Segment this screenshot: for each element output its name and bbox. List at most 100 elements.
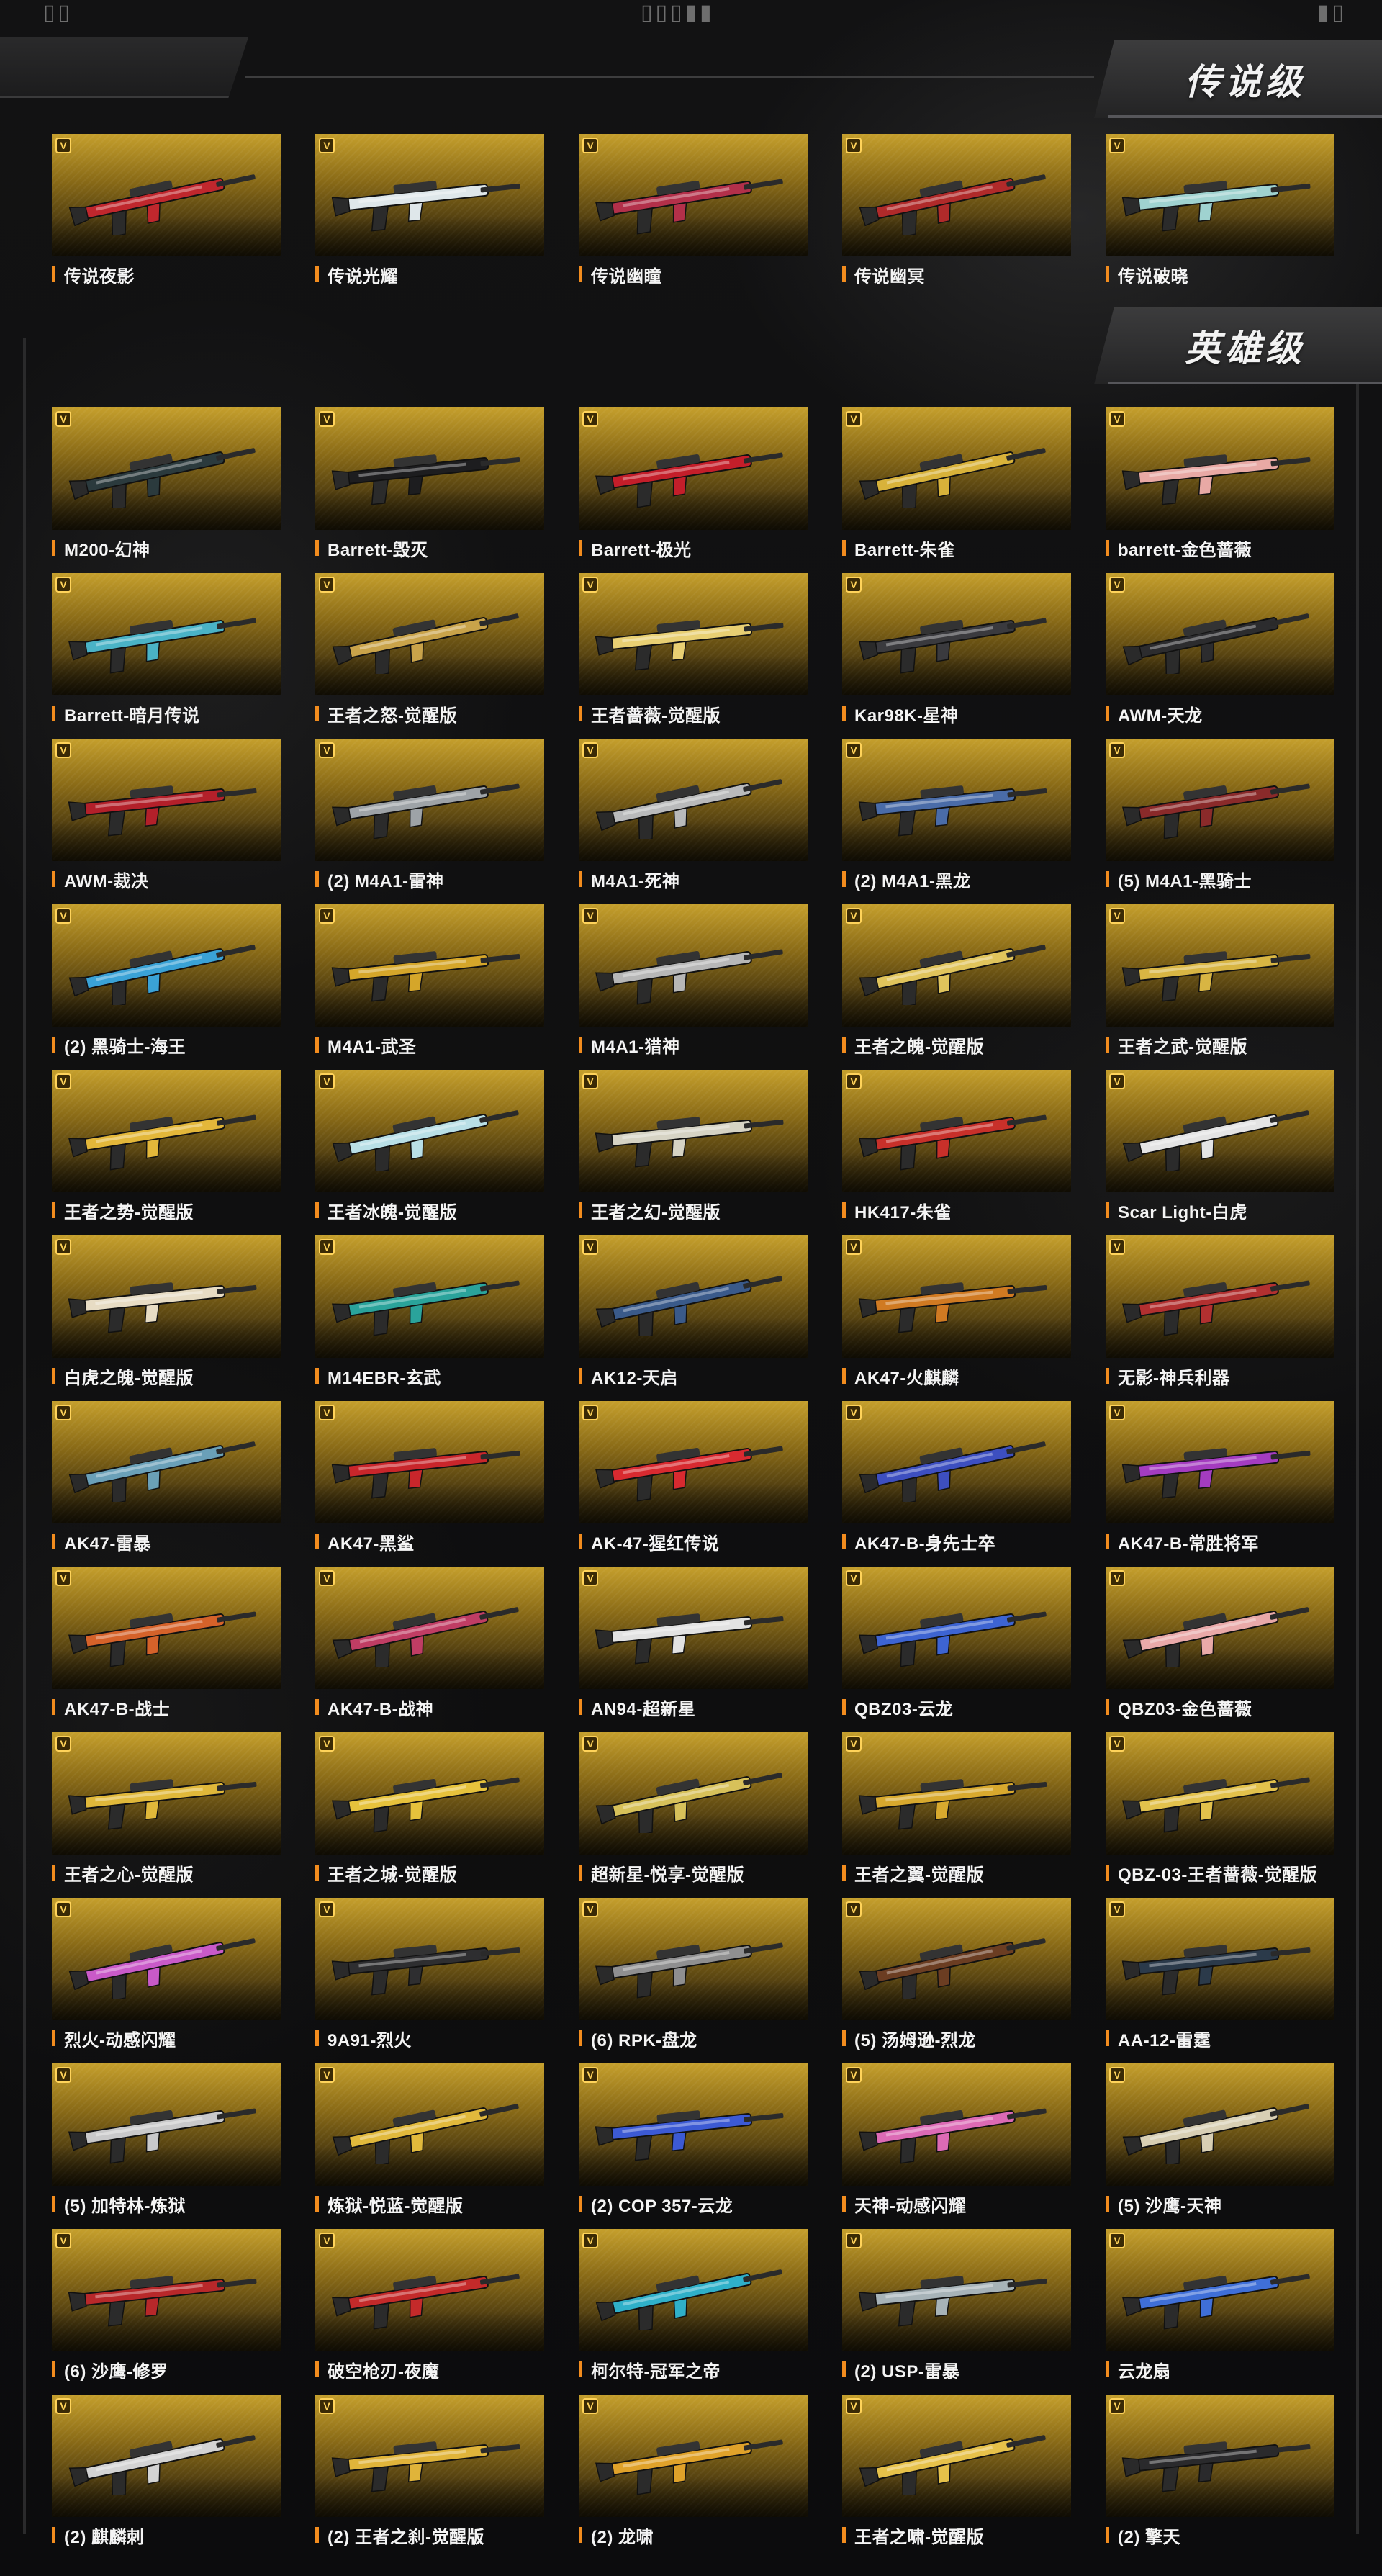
weapon-card[interactable]: V 传说幽瞳 <box>579 134 808 300</box>
weapon-card[interactable]: V M4A1-死神 <box>579 739 808 904</box>
weapon-card[interactable]: V (2) M4A1-雷神 <box>315 739 544 904</box>
weapon-card[interactable]: V 王者之怒-觉醒版 <box>315 573 544 739</box>
weapon-icon <box>1122 1607 1309 1667</box>
weapon-card[interactable]: V (2) USP-雷暴 <box>842 2229 1071 2395</box>
weapon-card[interactable]: V 传说破晓 <box>1106 134 1334 300</box>
weapon-card[interactable]: V 王者之势-觉醒版 <box>52 1070 281 1235</box>
vip-badge-icon: V <box>1109 1073 1125 1089</box>
weapon-card[interactable]: V AK12-天启 <box>579 1235 808 1401</box>
weapon-card[interactable]: V AK47-雷暴 <box>52 1401 281 1567</box>
weapon-card[interactable]: V (5) 沙鹰-天神 <box>1106 2063 1334 2229</box>
weapon-card[interactable]: V QBZ03-金色蔷薇 <box>1106 1567 1334 1732</box>
weapon-card[interactable]: V (2) 王者之刹-觉醒版 <box>315 2395 544 2560</box>
weapon-thumbnail: V <box>315 2395 544 2517</box>
weapon-card[interactable]: V 王者蔷薇-觉醒版 <box>579 573 808 739</box>
weapon-name: Barrett-朱雀 <box>842 536 1080 560</box>
weapon-card[interactable]: V (2) 黑骑士-海王 <box>52 904 281 1070</box>
weapon-card[interactable]: V 无影-神兵利器 <box>1106 1235 1334 1401</box>
weapon-card[interactable]: Vbarrett-金色蔷薇 <box>1106 407 1334 573</box>
weapon-card[interactable]: V AWM-天龙 <box>1106 573 1334 739</box>
weapon-card[interactable]: V QBZ03-云龙 <box>842 1567 1071 1732</box>
weapon-card[interactable]: V (5) 汤姆逊-烈龙 <box>842 1898 1071 2063</box>
weapon-card[interactable]: V (2) 龙啸 <box>579 2395 808 2560</box>
weapon-card[interactable]: V AWM-裁决 <box>52 739 281 904</box>
weapon-icon <box>331 783 520 839</box>
weapon-card[interactable]: V HK417-朱雀 <box>842 1070 1071 1235</box>
weapon-card[interactable]: V 白虎之魄-觉醒版 <box>52 1235 281 1401</box>
weapon-card[interactable]: V (6) 沙鹰-修罗 <box>52 2229 281 2395</box>
vip-badge-icon: V <box>582 1239 598 1255</box>
weapon-card[interactable]: V Kar98K-星神 <box>842 573 1071 739</box>
weapon-card[interactable]: V Barrett-朱雀 <box>842 407 1071 573</box>
weapon-icon <box>1121 783 1310 839</box>
weapon-card[interactable]: V 王者之翼-觉醒版 <box>842 1732 1071 1898</box>
weapon-card[interactable]: V 柯尔特-冠军之帝 <box>579 2229 808 2395</box>
weapon-icon <box>1121 1777 1310 1833</box>
weapon-card[interactable]: V 超新星-悦享-觉醒版 <box>579 1732 808 1898</box>
weapon-card[interactable]: V 王者之幻-觉醒版 <box>579 1070 808 1235</box>
weapon-card[interactable]: V (5) M4A1-黑骑士 <box>1106 739 1334 904</box>
weapon-card[interactable]: V M200-幻神 <box>52 407 281 573</box>
vip-badge-icon: V <box>55 908 71 924</box>
weapon-card[interactable]: V 王者冰魄-觉醒版 <box>315 1070 544 1235</box>
weapon-name: AK47-雷暴 <box>52 1529 289 1554</box>
weapon-icon <box>1121 454 1311 505</box>
weapon-card[interactable]: V 破空枪刃-夜魔 <box>315 2229 544 2395</box>
weapon-card[interactable]: V 王者之啸-觉醒版 <box>842 2395 1071 2560</box>
weapon-name: Kar98K-星神 <box>842 701 1080 726</box>
weapon-card[interactable]: V AK47-B-战士 <box>52 1567 281 1732</box>
weapon-card[interactable]: V (2) M4A1-黑龙 <box>842 739 1071 904</box>
weapon-icon <box>595 1773 782 1833</box>
weapon-card[interactable]: V M4A1-武圣 <box>315 904 544 1070</box>
weapon-card[interactable]: V AK47-B-身先士卒 <box>842 1401 1071 1567</box>
weapon-card[interactable]: V M4A1-猎神 <box>579 904 808 1070</box>
weapon-name: M4A1-猎神 <box>579 1032 816 1057</box>
weapon-thumbnail: V <box>842 1235 1071 1358</box>
weapon-card[interactable]: V 王者之武-觉醒版 <box>1106 904 1334 1070</box>
weapon-card[interactable]: V 9A91-烈火 <box>315 1898 544 2063</box>
weapon-card[interactable]: V AA-12-雷霆 <box>1106 1898 1334 2063</box>
weapon-card[interactable]: V (5) 加特林-炼狱 <box>52 2063 281 2229</box>
weapon-icon <box>331 1448 520 1499</box>
weapon-card[interactable]: V 王者之魄-觉醒版 <box>842 904 1071 1070</box>
weapon-icon <box>332 2104 519 2164</box>
weapon-card[interactable]: V 王者之城-觉醒版 <box>315 1732 544 1898</box>
weapon-card[interactable]: V 炼狱-悦蓝-觉醒版 <box>315 2063 544 2229</box>
weapon-card[interactable]: V (2) 擎天 <box>1106 2395 1334 2560</box>
weapon-card[interactable]: V 云龙扇 <box>1106 2229 1334 2395</box>
weapon-card[interactable]: V AK47-火麒麟 <box>842 1235 1071 1401</box>
weapon-icon <box>1121 2441 1311 2492</box>
weapon-card[interactable]: V AN94-超新星 <box>579 1567 808 1732</box>
weapon-icon <box>68 2276 257 2327</box>
weapon-card[interactable]: V Barrett-暗月传说 <box>52 573 281 739</box>
weapon-card[interactable]: V (6) RPK-盘龙 <box>579 1898 808 2063</box>
weapon-thumbnail: V <box>579 2063 808 2186</box>
weapon-card[interactable]: V QBZ-03-王者蔷薇-觉醒版 <box>1106 1732 1334 1898</box>
weapon-card[interactable]: V 王者之心-觉醒版 <box>52 1732 281 1898</box>
weapon-card[interactable]: V (2) COP 357-云龙 <box>579 2063 808 2229</box>
weapon-icon <box>859 945 1046 1005</box>
weapon-card[interactable]: V 天神-动感闪耀 <box>842 2063 1071 2229</box>
weapon-name: AK-47-猩红传说 <box>579 1529 816 1554</box>
weapon-thumbnail: V <box>579 904 808 1027</box>
weapon-card[interactable]: V AK47-黑鲨 <box>315 1401 544 1567</box>
weapon-thumbnail: V <box>52 2063 281 2186</box>
weapon-card[interactable]: V 烈火-动感闪耀 <box>52 1898 281 2063</box>
vip-badge-icon: V <box>1109 1239 1125 1255</box>
weapon-card[interactable]: V Scar Light-白虎 <box>1106 1070 1334 1235</box>
weapon-thumbnail: V <box>52 739 281 861</box>
weapon-card[interactable]: V M14EBR-玄武 <box>315 1235 544 1401</box>
weapon-card[interactable]: V 传说光耀 <box>315 134 544 300</box>
weapon-card[interactable]: V Barrett-极光 <box>579 407 808 573</box>
weapon-card[interactable]: V AK47-B-常胜将军 <box>1106 1401 1334 1567</box>
weapon-card[interactable]: V (2) 麒麟刺 <box>52 2395 281 2560</box>
weapon-thumbnail: V <box>52 1567 281 1689</box>
vip-badge-icon: V <box>846 2398 862 2414</box>
weapon-card[interactable]: V 传说夜影 <box>52 134 281 300</box>
weapon-icon <box>858 1282 1047 1333</box>
weapon-card[interactable]: V 传说幽冥 <box>842 134 1071 300</box>
weapon-name: (2) USP-雷暴 <box>842 2357 1080 2382</box>
weapon-card[interactable]: V AK47-B-战神 <box>315 1567 544 1732</box>
weapon-card[interactable]: V Barrett-毁灭 <box>315 407 544 573</box>
weapon-card[interactable]: V AK-47-猩红传说 <box>579 1401 808 1567</box>
